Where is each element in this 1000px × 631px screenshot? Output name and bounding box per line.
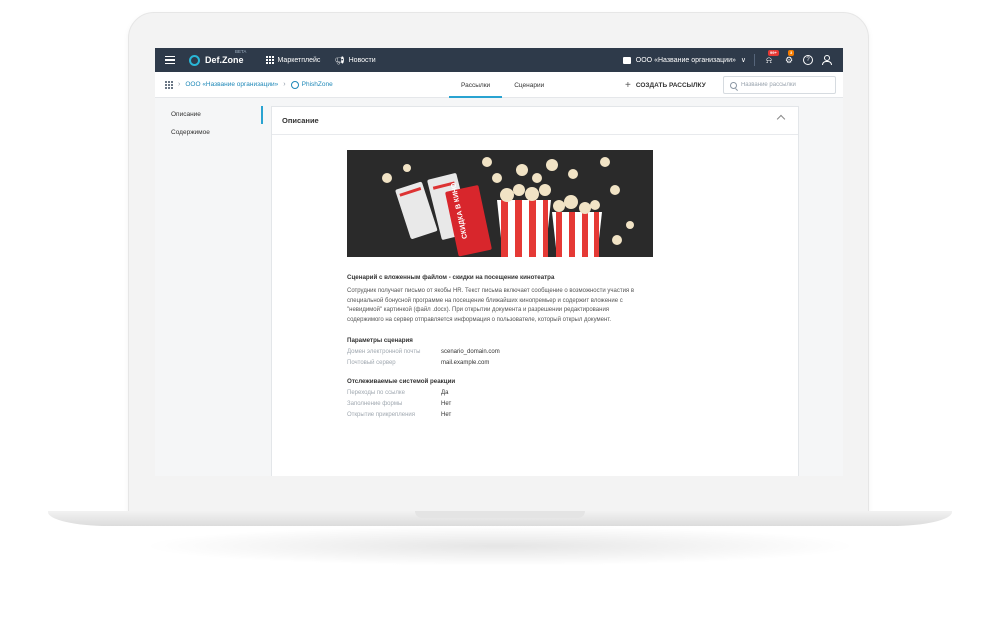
search-icon <box>730 81 737 89</box>
phishzone-icon <box>290 80 299 89</box>
laptop-frame: Def.Zone BETA Маркетплейс 📢︎ Новости ООО… <box>0 0 1000 631</box>
search-box <box>723 76 836 94</box>
reactions-title: Отслеживаемые системой реакции <box>347 378 456 385</box>
param-row: Почтовый сервер mail.example.com <box>347 360 653 366</box>
reaction-row: Переходы по ссылке Да <box>347 390 653 396</box>
help-icon[interactable]: ? <box>803 55 813 65</box>
create-mailing-label: СОЗДАТЬ РАССЫЛКУ <box>635 81 706 89</box>
settings-badge: 3 <box>788 50 795 56</box>
tab-scenarios[interactable]: Сценарии <box>502 72 556 98</box>
marketplace-label: Маркетплейс <box>277 56 321 64</box>
reaction-row: Заполнение формы Нет <box>347 401 653 407</box>
brand-logo[interactable]: Def.Zone BETA <box>189 49 246 66</box>
divider <box>754 54 755 66</box>
reaction-value: Да <box>441 390 449 396</box>
marketplace-link[interactable]: Маркетплейс <box>265 56 321 64</box>
nav-item-description[interactable]: Описание <box>155 106 263 124</box>
reaction-value: Нет <box>441 401 452 407</box>
chevron-down-icon: ∨ <box>740 57 746 64</box>
plus-icon: + <box>625 79 631 91</box>
tab-mailings[interactable]: Рассылки <box>449 72 503 98</box>
apps-icon[interactable] <box>165 80 173 89</box>
org-name: ООО «Название организации» <box>635 56 736 64</box>
scenario-image: СКИДКА В КИНО <box>347 150 653 257</box>
card-body: СКИДКА В КИНО Сценарий с вложенным файло… <box>347 150 653 418</box>
left-nav: Описание Содержимое <box>155 98 263 476</box>
breadcrumb-org[interactable]: ООО «Название организации» <box>185 81 278 88</box>
param-value: mail.example.com <box>441 360 490 366</box>
breadcrumb-app[interactable]: PhishZone <box>302 81 333 88</box>
reaction-key: Переходы по ссылке <box>347 390 405 396</box>
param-value: scenario_domain.com <box>441 349 500 355</box>
logo-icon <box>189 54 200 66</box>
top-bar: Def.Zone BETA Маркетплейс 📢︎ Новости ООО… <box>155 48 843 72</box>
news-label: Новости <box>348 56 376 64</box>
param-key: Почтовый сервер <box>347 360 396 366</box>
card-header[interactable]: Описание <box>272 107 798 135</box>
create-mailing-button[interactable]: + СОЗДАТЬ РАССЫЛКУ <box>625 72 706 98</box>
chevron-right-icon: › <box>283 81 286 88</box>
grid-icon <box>265 56 274 64</box>
description-card: Описание СКИДКА В КИНО Сценарий с вложен… <box>271 106 799 476</box>
chevron-right-icon: › <box>178 81 181 88</box>
tabs: Рассылки Сценарии <box>449 72 556 98</box>
reaction-key: Заполнение формы <box>347 401 403 407</box>
sub-bar: › ООО «Название организации» › PhishZone… <box>155 72 843 98</box>
laptop-notch <box>415 511 585 518</box>
user-icon[interactable] <box>821 55 832 65</box>
bell-icon[interactable]: ⍾ 99+ <box>763 50 779 65</box>
search-input[interactable] <box>740 82 835 88</box>
news-link[interactable]: 📢︎ Новости <box>334 56 375 65</box>
params-title: Параметры сценария <box>347 337 413 344</box>
nav-item-content[interactable]: Содержимое <box>155 124 263 142</box>
beta-label: BETA <box>235 48 247 54</box>
popcorn-illustration: СКИДКА В КИНО <box>347 150 653 257</box>
megaphone-icon: 📢︎ <box>334 55 345 65</box>
card-title: Описание <box>282 116 319 125</box>
param-row: Домен электронной почты scenario_domain.… <box>347 349 653 355</box>
laptop-shadow <box>140 526 860 566</box>
building-icon <box>622 56 631 64</box>
org-selector[interactable]: ООО «Название организации» ∨ <box>622 56 746 64</box>
scenario-title: Сценарий с вложенным файлом - скидки на … <box>347 274 555 281</box>
gear-icon[interactable]: ⚙ 3 <box>783 50 795 65</box>
scenario-description: Сотрудник получает письмо от якобы HR. Т… <box>347 288 635 323</box>
brand-name: Def.Zone <box>205 55 244 65</box>
reaction-key: Открытие прикрепления <box>347 412 416 418</box>
menu-icon[interactable] <box>165 56 175 64</box>
param-key: Домен электронной почты <box>347 349 421 355</box>
app-screen: Def.Zone BETA Маркетплейс 📢︎ Новости ООО… <box>155 48 843 476</box>
notifications-badge: 99+ <box>768 50 779 56</box>
reaction-value: Нет <box>441 412 452 418</box>
reaction-row: Открытие прикрепления Нет <box>347 412 653 418</box>
